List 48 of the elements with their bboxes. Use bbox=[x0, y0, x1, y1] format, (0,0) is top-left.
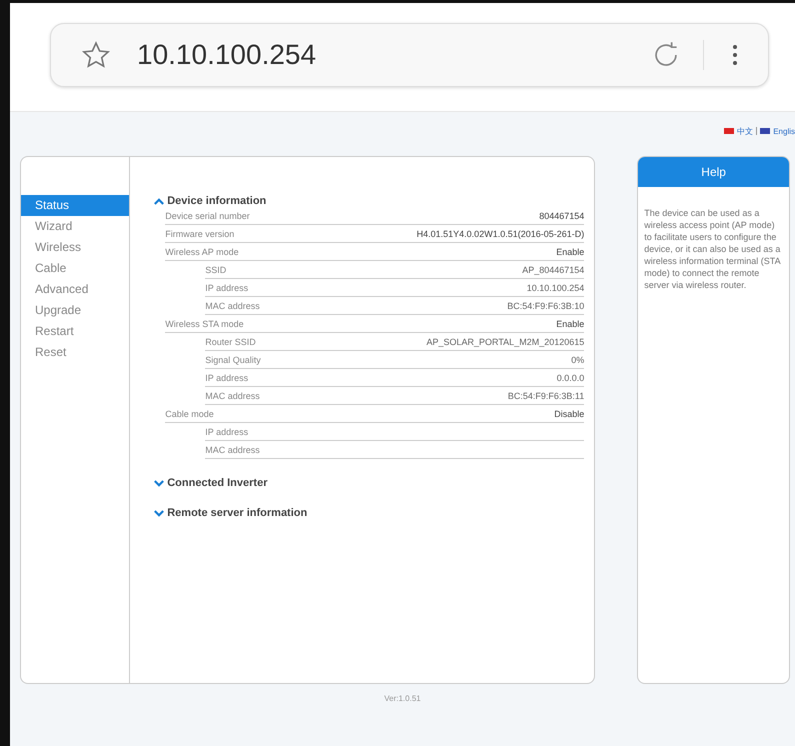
help-text: The device can be used as a wireless access point (AP mode) to facilitate users to configure the device, or it can also be used as a wireless information terminal (STA mode) to connect the remote server via wireless router. bbox=[644, 207, 782, 291]
language-link[interactable]: Englis bbox=[773, 126, 795, 136]
field-label: IP address bbox=[205, 426, 248, 438]
field-label: Device serial number bbox=[165, 210, 250, 222]
chevron-icon[interactable] bbox=[154, 480, 164, 486]
chevron-icon[interactable] bbox=[154, 198, 164, 204]
field-label: MAC address bbox=[205, 300, 260, 312]
version-text: Ver:1.0.51 bbox=[384, 694, 421, 703]
address-bar[interactable]: 10.10.100.254 bbox=[50, 23, 769, 87]
sidebar-item[interactable]: Status bbox=[21, 195, 130, 216]
field-value: 0% bbox=[571, 354, 584, 366]
field-value: 0.0.0.0 bbox=[556, 372, 584, 384]
field-label: SSID bbox=[205, 264, 226, 276]
section-title[interactable]: Connected Inverter bbox=[167, 477, 268, 489]
field-label: Wireless AP mode bbox=[165, 246, 239, 258]
field-label: Cable mode bbox=[165, 408, 214, 420]
field-label: IP address bbox=[205, 372, 248, 384]
sidebar-item[interactable]: Restart bbox=[21, 321, 130, 342]
star-icon[interactable] bbox=[81, 40, 111, 70]
field-value: 804467154 bbox=[539, 210, 584, 222]
field-value: 10.10.100.254 bbox=[526, 282, 584, 294]
field-label: Router SSID bbox=[205, 336, 256, 348]
sidebar-item[interactable]: Wizard bbox=[21, 216, 130, 237]
field-value: AP_SOLAR_PORTAL_M2M_20120615 bbox=[426, 336, 584, 348]
help-header: Help bbox=[638, 157, 789, 187]
field-value: BC:54:F9:F6:3B:10 bbox=[507, 300, 584, 312]
sidebar-item[interactable]: Advanced bbox=[21, 279, 130, 300]
sidebar-item[interactable]: Upgrade bbox=[21, 300, 130, 321]
field-label: Signal Quality bbox=[205, 354, 261, 366]
field-value: Enable bbox=[556, 246, 584, 258]
url-text: 10.10.100.254 bbox=[137, 39, 318, 71]
field-value: H4.01.51Y4.0.02W1.0.51(2016-05-261-D) bbox=[416, 228, 584, 240]
section-title[interactable]: Device information bbox=[167, 195, 266, 207]
field-label: IP address bbox=[205, 282, 248, 294]
field-value: AP_804467154 bbox=[522, 264, 584, 276]
sidebar-item[interactable]: Wireless bbox=[21, 237, 130, 258]
language-link[interactable]: 中文 bbox=[737, 126, 754, 136]
field-value: Enable bbox=[556, 318, 584, 330]
section-title[interactable]: Remote server information bbox=[167, 507, 308, 519]
sidebar-item[interactable]: Cable bbox=[21, 258, 130, 279]
field-label: Wireless STA mode bbox=[165, 318, 244, 330]
chevron-icon[interactable] bbox=[154, 510, 164, 516]
field-label: Firmware version bbox=[165, 228, 234, 240]
field-value: BC:54:F9:F6:3B:11 bbox=[508, 390, 584, 402]
field-value: Disable bbox=[554, 408, 584, 420]
field-label: MAC address bbox=[205, 390, 260, 402]
sidebar-item[interactable]: Reset bbox=[21, 342, 130, 363]
field-label: MAC address bbox=[205, 444, 260, 456]
